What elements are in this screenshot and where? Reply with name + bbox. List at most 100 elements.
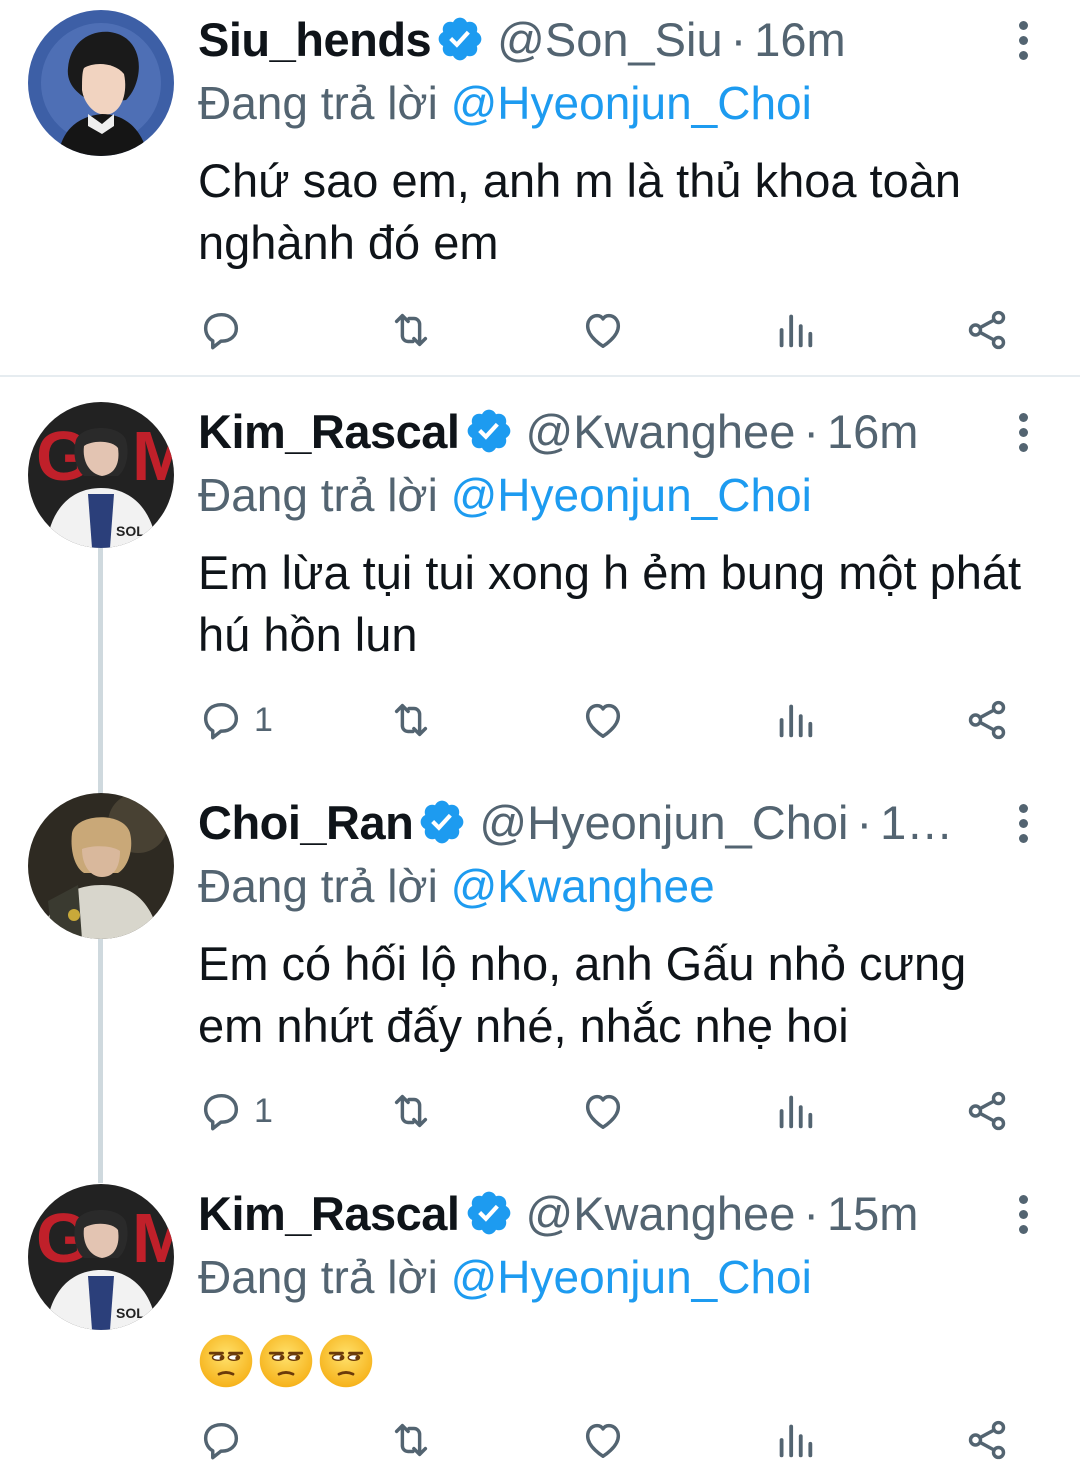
avatar[interactable]: G M SOL <box>28 402 174 548</box>
more-options-icon[interactable] <box>1008 10 1038 70</box>
replying-to: Đang trả lời @Hyeonjun_Choi <box>198 1250 812 1304</box>
views-button[interactable] <box>772 1081 818 1141</box>
tweet-text: Em có hối lộ nho, anh Gấu nhỏ cưng em nh… <box>198 937 967 1052</box>
analytics-icon <box>772 697 818 743</box>
display-name[interactable]: Siu_hends <box>198 12 432 67</box>
timestamp[interactable]: 1… <box>880 795 953 850</box>
svg-text:SOL: SOL <box>116 1305 145 1321</box>
replying-prefix: Đang trả lời <box>198 860 438 912</box>
timestamp[interactable]: 15m <box>827 1186 918 1241</box>
reply-button[interactable] <box>198 300 254 360</box>
user-handle[interactable]: @Hyeonjun_Choi <box>479 795 848 850</box>
timestamp[interactable]: 16m <box>827 404 918 459</box>
mention-link[interactable]: @Hyeonjun_Choi <box>451 1251 812 1303</box>
user-handle[interactable]: @Kwanghee <box>526 1186 796 1241</box>
tweet-1[interactable]: Siu_hends @Son_Siu · 16m Đang trả lời @H… <box>0 0 1080 375</box>
tweet-2[interactable]: G M SOL Kim_Rascal @Kwanghee · 16m Đang … <box>0 392 1080 762</box>
more-options-icon[interactable] <box>1008 402 1038 462</box>
share-button[interactable] <box>964 690 1010 750</box>
mention-link[interactable]: @Hyeonjun_Choi <box>451 77 812 129</box>
reply-icon <box>198 697 244 743</box>
tweet-actions <box>0 1410 1080 1470</box>
mention-link[interactable]: @Hyeonjun_Choi <box>451 469 812 521</box>
unamused-face-emoji <box>258 1333 314 1389</box>
display-name[interactable]: Kim_Rascal <box>198 1186 460 1241</box>
display-name[interactable]: Choi_Ran <box>198 795 414 850</box>
reply-count: 1 <box>254 700 273 739</box>
analytics-icon <box>772 1088 818 1134</box>
like-button[interactable] <box>580 1410 626 1470</box>
tweet-3[interactable]: Choi_Ran @Hyeonjun_Choi · 1… Đang trả lờ… <box>0 783 1080 1153</box>
verified-badge-icon <box>435 14 485 64</box>
heart-icon <box>580 697 626 743</box>
views-button[interactable] <box>772 1410 818 1470</box>
retweet-icon <box>388 697 434 743</box>
verified-badge-icon <box>464 406 514 456</box>
share-icon <box>964 307 1010 353</box>
reply-icon <box>198 1417 244 1463</box>
analytics-icon <box>772 307 818 353</box>
reply-count: 1 <box>254 1091 273 1130</box>
tweet-4[interactable]: G M SOL Kim_Rascal @Kwanghee · 15m Đang … <box>0 1174 1080 1470</box>
replying-to: Đang trả lời @Hyeonjun_Choi <box>198 76 812 130</box>
separator-dot: · <box>803 404 819 458</box>
tweet-actions: 1 <box>0 690 1080 750</box>
share-icon <box>964 697 1010 743</box>
retweet-button[interactable] <box>388 300 434 360</box>
heart-icon <box>580 1088 626 1134</box>
unamused-face-emoji <box>318 1333 374 1389</box>
avatar[interactable] <box>28 793 174 939</box>
retweet-icon <box>388 1088 434 1134</box>
avatar[interactable]: G M SOL <box>28 1184 174 1330</box>
tweet-actions: 1 <box>0 1081 1080 1141</box>
replying-prefix: Đang trả lời <box>198 77 438 129</box>
tweet-text: Em lừa tụi tui xong h ẻm bung một phát h… <box>198 546 1022 661</box>
views-button[interactable] <box>772 300 818 360</box>
like-button[interactable] <box>580 1081 626 1141</box>
verified-badge-icon <box>417 797 467 847</box>
retweet-button[interactable] <box>388 1081 434 1141</box>
views-button[interactable] <box>772 690 818 750</box>
replying-to: Đang trả lời @Kwanghee <box>198 859 715 913</box>
separator-dot: · <box>856 795 873 849</box>
separator-dot: · <box>803 1186 819 1240</box>
replying-to: Đang trả lời @Hyeonjun_Choi <box>198 468 812 522</box>
reply-button[interactable] <box>198 1410 254 1470</box>
replying-prefix: Đang trả lời <box>198 1251 438 1303</box>
unamused-face-emoji <box>198 1333 254 1389</box>
tweet-text <box>198 1326 1040 1389</box>
avatar[interactable] <box>28 10 174 156</box>
tweet-header: Siu_hends @Son_Siu · 16m <box>198 4 1020 74</box>
retweet-button[interactable] <box>388 690 434 750</box>
timestamp[interactable]: 16m <box>754 12 845 67</box>
like-button[interactable] <box>580 300 626 360</box>
mention-link[interactable]: @Kwanghee <box>451 860 715 912</box>
share-button[interactable] <box>964 1410 1010 1470</box>
separator-dot: · <box>730 12 747 66</box>
like-button[interactable] <box>580 690 626 750</box>
share-button[interactable] <box>964 300 1010 360</box>
more-options-icon[interactable] <box>1008 1184 1038 1244</box>
tweet-actions <box>0 300 1080 360</box>
svg-text:M: M <box>132 1199 174 1277</box>
tweet-header: Kim_Rascal @Kwanghee · 16m <box>198 396 1020 466</box>
more-options-icon[interactable] <box>1008 793 1038 853</box>
tweet-divider <box>0 375 1080 377</box>
display-name[interactable]: Kim_Rascal <box>198 404 460 459</box>
svg-text:M: M <box>132 417 174 495</box>
retweet-button[interactable] <box>388 1410 434 1470</box>
reply-button[interactable]: 1 <box>198 690 273 750</box>
user-handle[interactable]: @Kwanghee <box>526 404 796 459</box>
share-button[interactable] <box>964 1081 1010 1141</box>
user-handle[interactable]: @Son_Siu <box>497 12 722 67</box>
tweet-text: Chứ sao em, anh m là thủ khoa toàn nghàn… <box>198 154 962 269</box>
heart-icon <box>580 1417 626 1463</box>
heart-icon <box>580 307 626 353</box>
share-icon <box>964 1417 1010 1463</box>
reply-button[interactable]: 1 <box>198 1081 273 1141</box>
svg-text:SOL: SOL <box>116 523 145 539</box>
verified-badge-icon <box>464 1188 514 1238</box>
analytics-icon <box>772 1417 818 1463</box>
retweet-icon <box>388 1417 434 1463</box>
replying-prefix: Đang trả lời <box>198 469 438 521</box>
